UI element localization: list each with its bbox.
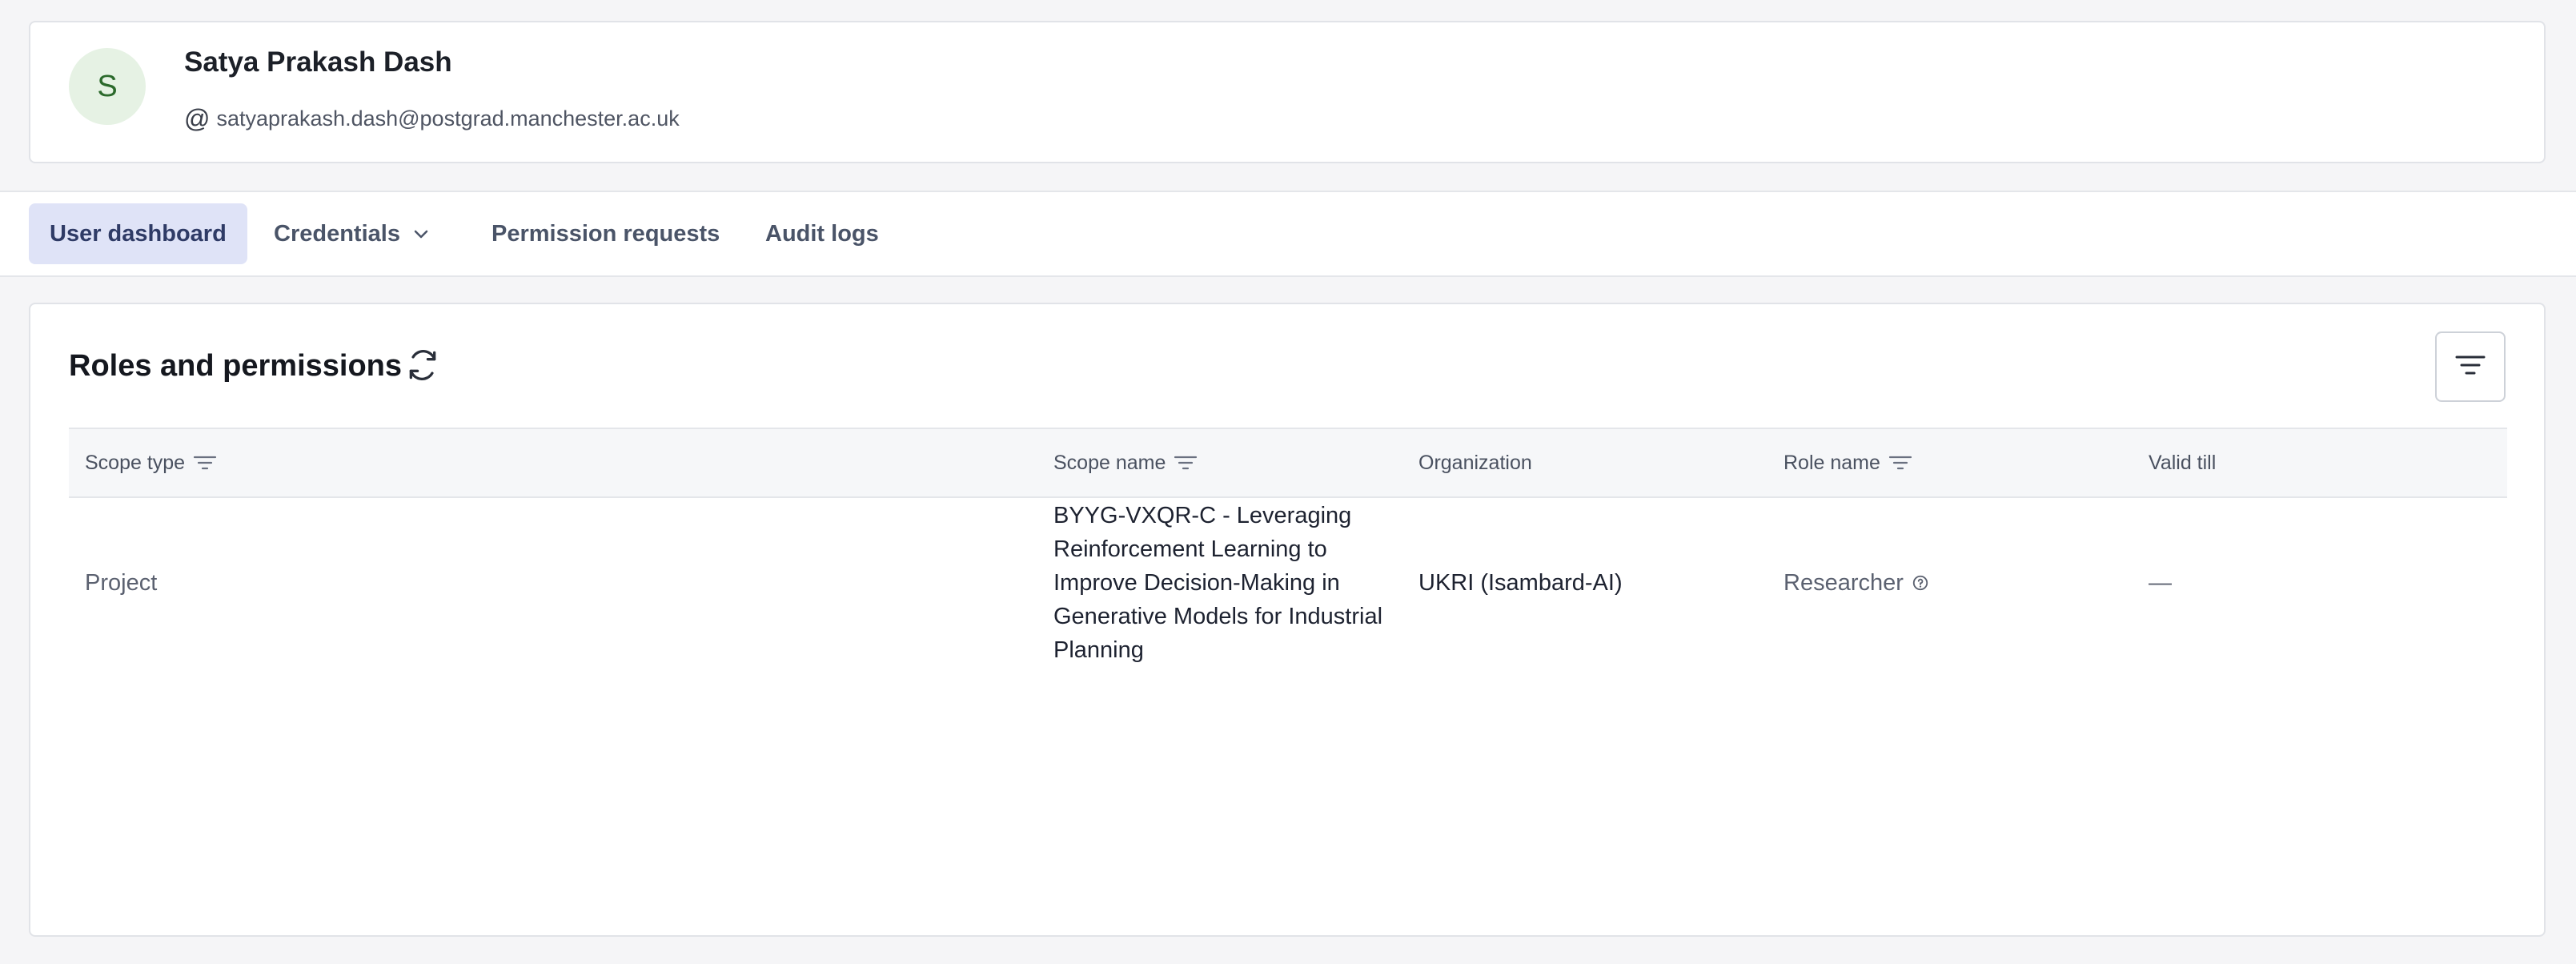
nav-bar: User dashboard Credentials Permission re…: [0, 191, 2576, 277]
user-profile-card: S Satya Prakash Dash @ satyaprakash.dash…: [29, 21, 2546, 163]
cell-valid-till: —: [2149, 569, 2172, 596]
refresh-icon[interactable]: [405, 347, 440, 383]
section-title: Roles and permissions: [69, 349, 403, 383]
column-label: Role name: [1784, 451, 1880, 474]
cell-scope-type: Project: [85, 569, 158, 596]
column-header-role-name: Role name: [1784, 429, 1912, 496]
user-name: Satya Prakash Dash: [184, 46, 452, 78]
help-circle-icon[interactable]: [1912, 574, 1929, 592]
cell-organization: UKRI (Isambard-AI): [1418, 569, 1623, 596]
roles-table: Scope type Scope name Organization Role …: [69, 428, 2507, 668]
filter-icon[interactable]: [1888, 454, 1912, 472]
tab-user-dashboard[interactable]: User dashboard: [29, 203, 247, 264]
user-email: satyaprakash.dash@postgrad.manchester.ac…: [216, 106, 680, 131]
tab-audit-logs[interactable]: Audit logs: [765, 203, 879, 264]
roles-permissions-card: Roles and permissions Scope type Scope n…: [29, 303, 2546, 937]
column-header-valid-till: Valid till: [2149, 429, 2216, 496]
cell-scope-name: BYYG-VXQR-C - Leveraging Reinforcement L…: [1053, 498, 1406, 668]
scope-name-text: BYYG-VXQR-C - Leveraging Reinforcement L…: [1053, 503, 1383, 663]
table-row: Project BYYG-VXQR-C - Leveraging Reinfor…: [69, 498, 2507, 668]
avatar: S: [69, 48, 146, 125]
filter-icon: [2454, 353, 2486, 381]
cell-role-name: Researcher: [1784, 498, 1929, 668]
user-email-row: @ satyaprakash.dash@postgrad.manchester.…: [184, 106, 680, 131]
tab-label: User dashboard: [50, 220, 227, 247]
column-header-scope-type: Scope type: [85, 429, 217, 496]
chevron-down-icon: [411, 224, 431, 243]
tab-label: Audit logs: [765, 220, 879, 247]
column-label: Organization: [1418, 451, 1532, 474]
role-name-text: Researcher: [1784, 569, 1904, 596]
filter-button[interactable]: [2435, 331, 2506, 402]
tab-label: Credentials: [274, 220, 400, 247]
column-header-scope-name: Scope name: [1053, 429, 1198, 496]
column-label: Scope type: [85, 451, 186, 474]
tab-label: Permission requests: [492, 220, 720, 247]
column-label: Valid till: [2149, 451, 2217, 474]
at-sign-icon: @: [184, 104, 211, 133]
tab-permission-requests[interactable]: Permission requests: [492, 203, 720, 264]
table-header: Scope type Scope name Organization Role …: [69, 428, 2507, 498]
column-label: Scope name: [1053, 451, 1166, 474]
tab-credentials[interactable]: Credentials: [274, 203, 431, 264]
column-header-organization: Organization: [1418, 429, 1532, 496]
filter-icon[interactable]: [193, 454, 217, 472]
filter-icon[interactable]: [1174, 454, 1198, 472]
